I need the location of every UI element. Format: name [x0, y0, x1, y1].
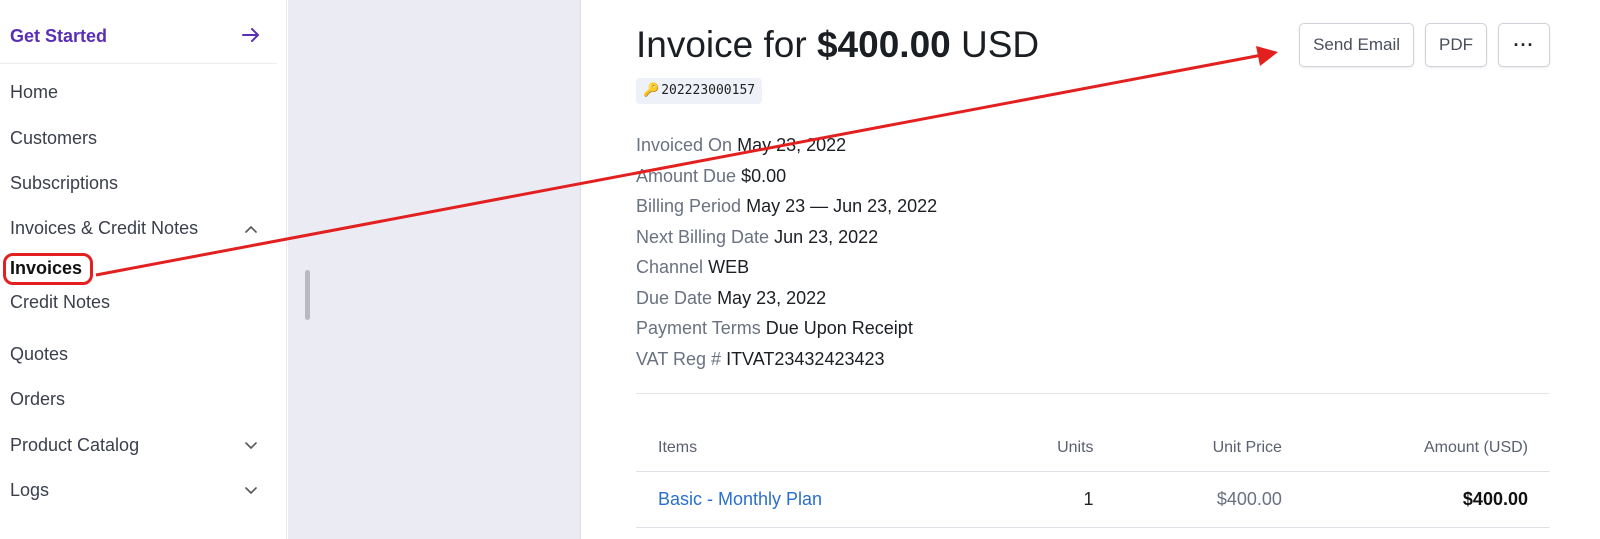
- sidebar-item-credit-notes[interactable]: Credit Notes: [10, 292, 110, 313]
- detail-row: Channel WEB: [636, 252, 937, 283]
- invoice-id-chip[interactable]: 🔑 202223000157: [636, 78, 763, 104]
- key-icon: 🔑: [643, 83, 660, 98]
- invoice-detail-panel: Invoice for $400.00 USD 🔑 202223000157 In…: [582, 0, 1600, 539]
- invoice-toolbar: Send Email PDF ···: [1299, 23, 1550, 67]
- item-link[interactable]: Basic - Monthly Plan: [636, 471, 982, 528]
- more-actions-button[interactable]: ···: [1498, 23, 1550, 67]
- item-amount: $400.00: [1303, 471, 1550, 528]
- chevron-down-icon[interactable]: [244, 438, 258, 452]
- line-items-table: Items Units Unit Price Amount (USD) Basi…: [636, 425, 1550, 528]
- detail-value: May 23, 2022: [737, 135, 847, 155]
- detail-row: Invoiced On May 23, 2022: [636, 130, 937, 161]
- detail-value: May 23, 2022: [717, 287, 827, 308]
- sidebar: Get Started Home Customers Subscriptions…: [0, 0, 287, 539]
- send-email-button[interactable]: Send Email: [1299, 23, 1414, 67]
- pdf-button[interactable]: PDF: [1425, 23, 1487, 67]
- sidebar-item-customers[interactable]: Customers: [10, 128, 97, 149]
- item-units: 1: [981, 471, 1116, 528]
- page-title: Invoice for $400.00 USD: [636, 24, 1039, 66]
- detail-label: Next Billing Date: [636, 226, 770, 247]
- chevron-up-icon[interactable]: [244, 222, 258, 236]
- sidebar-item-subscriptions[interactable]: Subscriptions: [10, 173, 118, 194]
- detail-label: Amount Due: [636, 165, 737, 186]
- detail-value: WEB: [708, 257, 750, 277]
- detail-row: Next Billing Date Jun 23, 2022: [636, 222, 937, 253]
- col-amount: Amount (USD): [1303, 425, 1550, 472]
- col-units: Units: [981, 425, 1116, 472]
- table-header-row: Items Units Unit Price Amount (USD): [636, 425, 1550, 472]
- get-started-label: Get Started: [10, 26, 108, 46]
- list-panel: [288, 0, 581, 539]
- detail-value: May 23 — Jun 23, 2022: [746, 196, 938, 216]
- detail-row: Amount Due $0.00: [636, 161, 937, 192]
- sidebar-item-logs[interactable]: Logs: [10, 480, 49, 501]
- invoice-details: Invoiced On May 23, 2022 Amount Due $0.0…: [636, 130, 937, 374]
- invoice-currency: USD: [961, 24, 1040, 65]
- annotation-highlight-ring: [3, 253, 93, 285]
- detail-label: Billing Period: [636, 196, 742, 216]
- col-unit-price: Unit Price: [1115, 425, 1304, 472]
- sidebar-item-quotes[interactable]: Quotes: [10, 344, 68, 365]
- sidebar-item-invoices-credit-notes[interactable]: Invoices & Credit Notes: [10, 218, 198, 239]
- detail-label: Due Date: [636, 287, 713, 308]
- sidebar-item-product-catalog[interactable]: Product Catalog: [10, 435, 139, 456]
- resize-handle[interactable]: [305, 270, 310, 320]
- detail-label: VAT Reg #: [636, 348, 722, 369]
- get-started-link[interactable]: Get Started: [0, 0, 277, 64]
- detail-label: Invoiced On: [636, 135, 733, 155]
- detail-row: VAT Reg # ITVAT23432423423: [636, 344, 937, 375]
- invoice-amount: $400.00: [816, 24, 951, 65]
- invoice-id: 202223000157: [661, 83, 756, 98]
- title-prefix: Invoice for: [636, 24, 807, 65]
- sidebar-item-orders[interactable]: Orders: [10, 389, 65, 410]
- table-row: Basic - Monthly Plan 1 $400.00 $400.00: [636, 471, 1550, 528]
- detail-label: Channel: [636, 257, 704, 277]
- col-items: Items: [636, 425, 982, 472]
- detail-value: ITVAT23432423423: [726, 348, 885, 369]
- detail-row: Payment Terms Due Upon Receipt: [636, 313, 937, 344]
- chevron-down-icon[interactable]: [244, 483, 258, 497]
- arrow-right-icon: [242, 28, 259, 42]
- detail-row: Due Date May 23, 2022: [636, 283, 937, 314]
- detail-value: Due Upon Receipt: [765, 318, 913, 338]
- section-divider: [636, 393, 1550, 394]
- detail-label: Payment Terms: [636, 318, 761, 338]
- detail-row: Billing Period May 23 — Jun 23, 2022: [636, 191, 937, 222]
- item-unit-price: $400.00: [1115, 471, 1304, 528]
- detail-value: $0.00: [741, 165, 787, 186]
- detail-value: Jun 23, 2022: [774, 226, 879, 247]
- sidebar-item-home[interactable]: Home: [10, 82, 58, 103]
